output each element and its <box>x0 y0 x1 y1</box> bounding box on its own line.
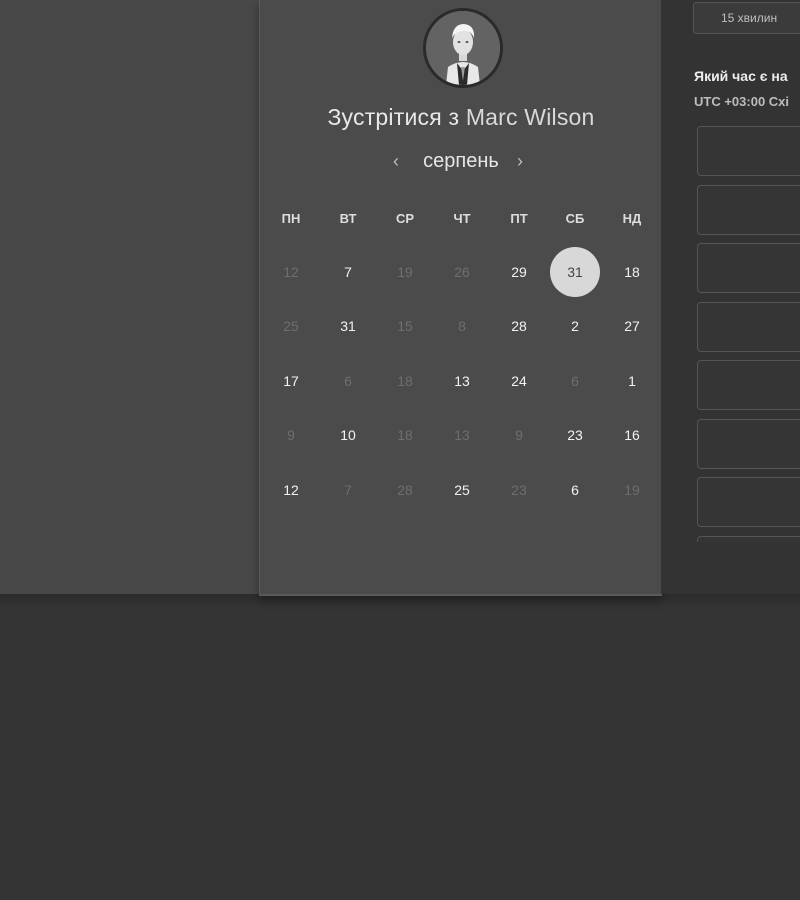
calendar-day: 25 <box>283 318 299 334</box>
weekday-label: СР <box>395 211 415 226</box>
person-icon <box>426 11 500 85</box>
calendar-day: 6 <box>571 373 579 389</box>
timezone-label[interactable]: UTC +03:00 Схі <box>694 94 789 109</box>
title-prefix: Зустрітися з <box>327 104 460 130</box>
calendar-day[interactable]: 18 <box>607 247 657 297</box>
calendar-day[interactable]: 23 <box>550 410 600 460</box>
calendar-day[interactable]: 13 <box>437 356 487 406</box>
time-slot-button[interactable] <box>697 184 800 235</box>
calendar-day: 28 <box>397 482 413 498</box>
calendar-day[interactable]: 29 <box>494 247 544 297</box>
duration-button[interactable]: 15 хвилин <box>693 2 800 34</box>
time-slot-button[interactable] <box>697 535 800 542</box>
availability-question: Який час є на <box>694 68 788 84</box>
time-slot-button[interactable] <box>697 301 800 352</box>
time-slot-button[interactable] <box>697 418 800 469</box>
calendar-day: 9 <box>287 427 295 443</box>
page-footer-area <box>0 594 800 900</box>
month-navigation: ‹ серпень › <box>260 150 662 176</box>
time-slot-button[interactable] <box>697 360 800 410</box>
calendar-day: 13 <box>454 427 470 443</box>
weekday-label: ПТ <box>510 211 528 226</box>
time-slot-button[interactable] <box>697 126 800 176</box>
calendar-day: 8 <box>458 318 466 334</box>
calendar-day: 9 <box>515 427 523 443</box>
calendar-day[interactable]: 25 <box>437 465 487 515</box>
calendar-day: 23 <box>511 482 527 498</box>
calendar-day[interactable]: 10 <box>323 410 373 460</box>
chevron-left-icon[interactable]: ‹ <box>393 151 399 172</box>
booking-page: Зустрітися з Marc Wilson ‹ серпень › ПН В… <box>0 0 800 900</box>
calendar-day: 19 <box>397 264 413 280</box>
time-slot-button[interactable] <box>697 243 800 293</box>
timezone-name: Схі <box>768 94 790 109</box>
calendar-day[interactable]: 17 <box>266 356 316 406</box>
calendar-day: 6 <box>344 373 352 389</box>
month-label: серпень <box>423 150 499 172</box>
calendar-day[interactable]: 27 <box>607 301 657 351</box>
calendar-day[interactable]: 7 <box>323 247 373 297</box>
calendar-day: 18 <box>397 427 413 443</box>
avatar <box>423 8 503 88</box>
calendar-panel: Зустрітися з Marc Wilson ‹ серпень › ПН В… <box>259 0 662 596</box>
calendar-day: 12 <box>283 264 299 280</box>
time-slot-button[interactable] <box>697 477 800 527</box>
weekday-label: ВТ <box>339 211 357 226</box>
chevron-right-icon[interactable]: › <box>517 151 523 172</box>
calendar-day: 18 <box>397 373 413 389</box>
weekday-label: ЧТ <box>453 211 471 226</box>
selected-day[interactable]: 31 <box>550 247 600 297</box>
weekday-label: ПН <box>281 211 301 226</box>
page-title: Зустрітися з Marc Wilson <box>260 104 662 131</box>
timezone-offset: UTC +03:00 <box>694 94 766 109</box>
calendar-day: 19 <box>624 482 640 498</box>
weekday-label: НД <box>622 211 642 226</box>
host-name: Marc Wilson <box>465 104 595 130</box>
time-slot-panel: 15 хвилин Який час є на UTC +03:00 Схі <box>661 0 800 594</box>
calendar-day[interactable]: 16 <box>607 410 657 460</box>
calendar-day[interactable]: 1 <box>607 356 657 406</box>
calendar-day[interactable]: 24 <box>494 356 544 406</box>
time-slot-list <box>697 126 800 542</box>
calendar-day: 15 <box>397 318 413 334</box>
calendar-day[interactable]: 28 <box>494 301 544 351</box>
weekday-label: СБ <box>565 211 585 226</box>
calendar-day[interactable]: 12 <box>266 465 316 515</box>
calendar-day: 7 <box>344 482 352 498</box>
calendar-day[interactable]: 2 <box>550 301 600 351</box>
calendar-day[interactable]: 6 <box>550 465 600 515</box>
calendar-day[interactable]: 31 <box>323 301 373 351</box>
calendar-day: 26 <box>454 264 470 280</box>
